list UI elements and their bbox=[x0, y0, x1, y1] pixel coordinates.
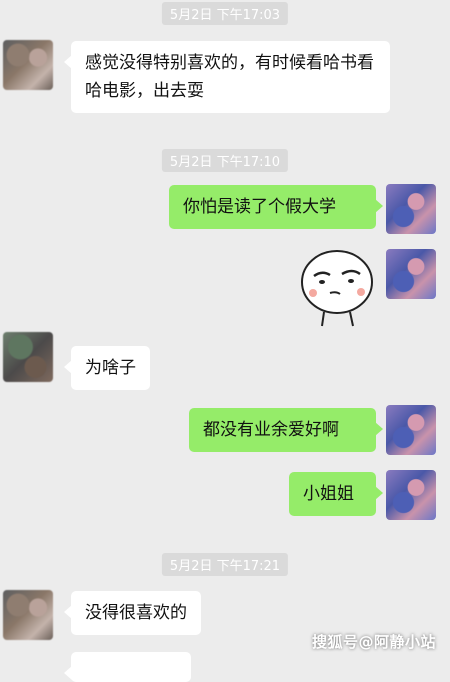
user-avatar[interactable] bbox=[386, 184, 436, 234]
incoming-message-partial bbox=[64, 652, 191, 682]
watermark-text: 搜狐号@阿静小站 bbox=[311, 633, 436, 651]
outgoing-message: 小姐姐 bbox=[289, 472, 383, 516]
user-avatar[interactable] bbox=[386, 405, 436, 455]
outgoing-message: 都没有业余爱好啊 bbox=[189, 408, 383, 452]
smug-face-sticker-icon bbox=[301, 250, 373, 327]
contact-avatar[interactable] bbox=[3, 40, 53, 90]
timestamp: 5月2日 下午17:10 bbox=[161, 149, 289, 172]
incoming-message: 感觉没得特别喜欢的，有时候看哈书看哈电影，出去耍 bbox=[64, 41, 390, 113]
user-avatar[interactable] bbox=[386, 470, 436, 520]
contact-avatar[interactable] bbox=[3, 590, 53, 640]
incoming-message: 为啥子 bbox=[64, 346, 150, 390]
timestamp: 5月2日 下午17:03 bbox=[161, 2, 289, 25]
user-avatar[interactable] bbox=[386, 249, 436, 299]
incoming-message: 没得很喜欢的 bbox=[64, 591, 201, 635]
contact-avatar[interactable] bbox=[3, 332, 53, 382]
timestamp: 5月2日 下午17:21 bbox=[161, 553, 289, 576]
outgoing-message: 你怕是读了个假大学 bbox=[169, 185, 383, 229]
